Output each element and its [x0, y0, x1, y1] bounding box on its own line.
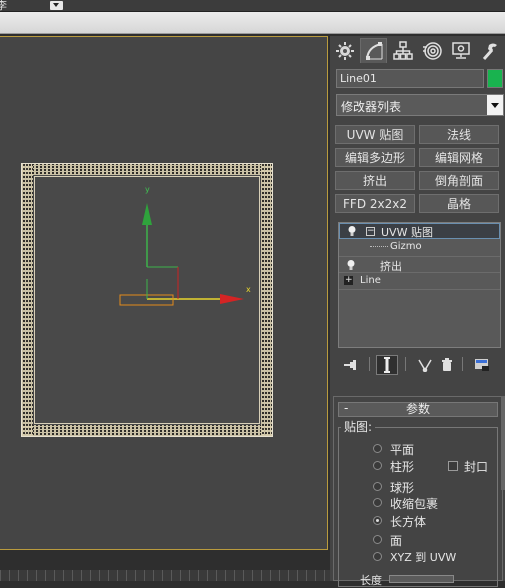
- stack-item-label: Gizmo: [390, 241, 422, 252]
- length-label: 长度: [360, 574, 382, 587]
- stack-item-gizmo[interactable]: Gizmo: [339, 240, 500, 256]
- radio-planar[interactable]: [373, 444, 382, 453]
- panel-scrollbar[interactable]: [501, 396, 505, 490]
- modifier-list-dropdown[interactable]: 修改器列表: [336, 94, 504, 116]
- y-axis-label: y: [145, 185, 150, 194]
- length-spinner[interactable]: [389, 575, 454, 583]
- stack-divider: [339, 289, 500, 290]
- object-name-input[interactable]: [336, 69, 484, 88]
- menu-dropdown-button[interactable]: [50, 1, 63, 10]
- x-axis-label: x: [246, 285, 251, 294]
- remove-modifier-icon[interactable]: [436, 355, 458, 375]
- create-tab-icon[interactable]: [331, 38, 358, 63]
- timeline-strip[interactable]: [0, 570, 330, 581]
- stack-item-label: UVW 贴图: [381, 226, 433, 239]
- tree-connector: [370, 246, 388, 247]
- radio-cylindrical[interactable]: [373, 461, 382, 470]
- radio-label: 长方体: [390, 515, 427, 529]
- ffd-button[interactable]: FFD 2x2x2: [335, 194, 415, 213]
- edit-mesh-button[interactable]: 编辑网格: [419, 148, 499, 167]
- modifier-list-label: 修改器列表: [341, 100, 402, 114]
- edit-poly-button[interactable]: 编辑多边形: [335, 148, 415, 167]
- radio-label: 柱形: [390, 460, 415, 474]
- uvw-map-button[interactable]: UVW 贴图: [335, 125, 415, 144]
- radio-label: XYZ 到 UVW: [390, 551, 457, 564]
- stack-item-line[interactable]: + Line: [339, 272, 500, 288]
- expand-icon[interactable]: +: [344, 276, 353, 285]
- radio-face[interactable]: [373, 535, 382, 544]
- lightbulb-icon[interactable]: [346, 259, 356, 271]
- extrude-button[interactable]: 挤出: [335, 171, 415, 190]
- viewport[interactable]: y x: [0, 36, 328, 550]
- radio-label: 收缩包裹: [390, 497, 439, 511]
- display-tab-icon[interactable]: [447, 38, 474, 63]
- radio-label: 平面: [390, 443, 415, 457]
- configure-modifier-sets-icon[interactable]: [471, 355, 493, 375]
- utilities-tab-icon[interactable]: [476, 38, 503, 63]
- radio-label: 面: [390, 534, 403, 548]
- make-unique-icon[interactable]: [414, 355, 436, 375]
- object-color-swatch[interactable]: [487, 69, 503, 88]
- modifier-stack[interactable]: − UVW 贴图 Gizmo 挤出 + Line: [338, 222, 501, 348]
- hierarchy-tab-icon[interactable]: [389, 38, 416, 63]
- radio-spherical[interactable]: [373, 482, 382, 491]
- stack-item-extrude[interactable]: 挤出: [339, 256, 500, 273]
- transform-gizmo[interactable]: [0, 37, 328, 550]
- radio-xyz-to-uvw[interactable]: [373, 552, 382, 561]
- radio-label: 球形: [390, 481, 415, 495]
- cap-label: 封口: [464, 460, 489, 474]
- motion-tab-icon[interactable]: [418, 38, 445, 63]
- radio-box[interactable]: [373, 516, 382, 525]
- radio-shrink-wrap[interactable]: [373, 498, 382, 507]
- rollout-header[interactable]: - 参数: [338, 401, 498, 417]
- chevron-down-icon[interactable]: [487, 95, 503, 115]
- stack-item-uvw-map[interactable]: − UVW 贴图: [339, 223, 500, 239]
- mapping-group-label: 贴图:: [341, 418, 376, 435]
- lattice-button[interactable]: 晶格: [419, 194, 499, 213]
- cap-checkbox[interactable]: [448, 461, 458, 471]
- lightbulb-icon[interactable]: [347, 225, 357, 237]
- parameters-rollout: - 参数 贴图: 平面 柱形 封口 球形 收缩包裹 长方体 面 XYZ 到 UV…: [333, 396, 503, 587]
- stack-item-label: Line: [360, 275, 381, 286]
- modify-tab-icon[interactable]: [360, 38, 387, 63]
- normal-button[interactable]: 法线: [419, 125, 499, 144]
- show-end-result-icon[interactable]: [376, 355, 398, 375]
- command-panel-tabs: [330, 36, 505, 64]
- menu-bar: 李: [0, 0, 505, 12]
- toolbar-band: [0, 12, 505, 34]
- rollout-title: 参数: [405, 402, 430, 416]
- collapse-icon[interactable]: −: [366, 227, 375, 236]
- bevel-profile-button[interactable]: 倒角剖面: [419, 171, 499, 190]
- stack-toolbar: [330, 351, 505, 379]
- pin-stack-icon[interactable]: [341, 355, 363, 375]
- command-panel: 修改器列表 UVW 贴图 法线 编辑多边形 编辑网格 挤出 倒角剖面 FFD 2…: [330, 36, 505, 587]
